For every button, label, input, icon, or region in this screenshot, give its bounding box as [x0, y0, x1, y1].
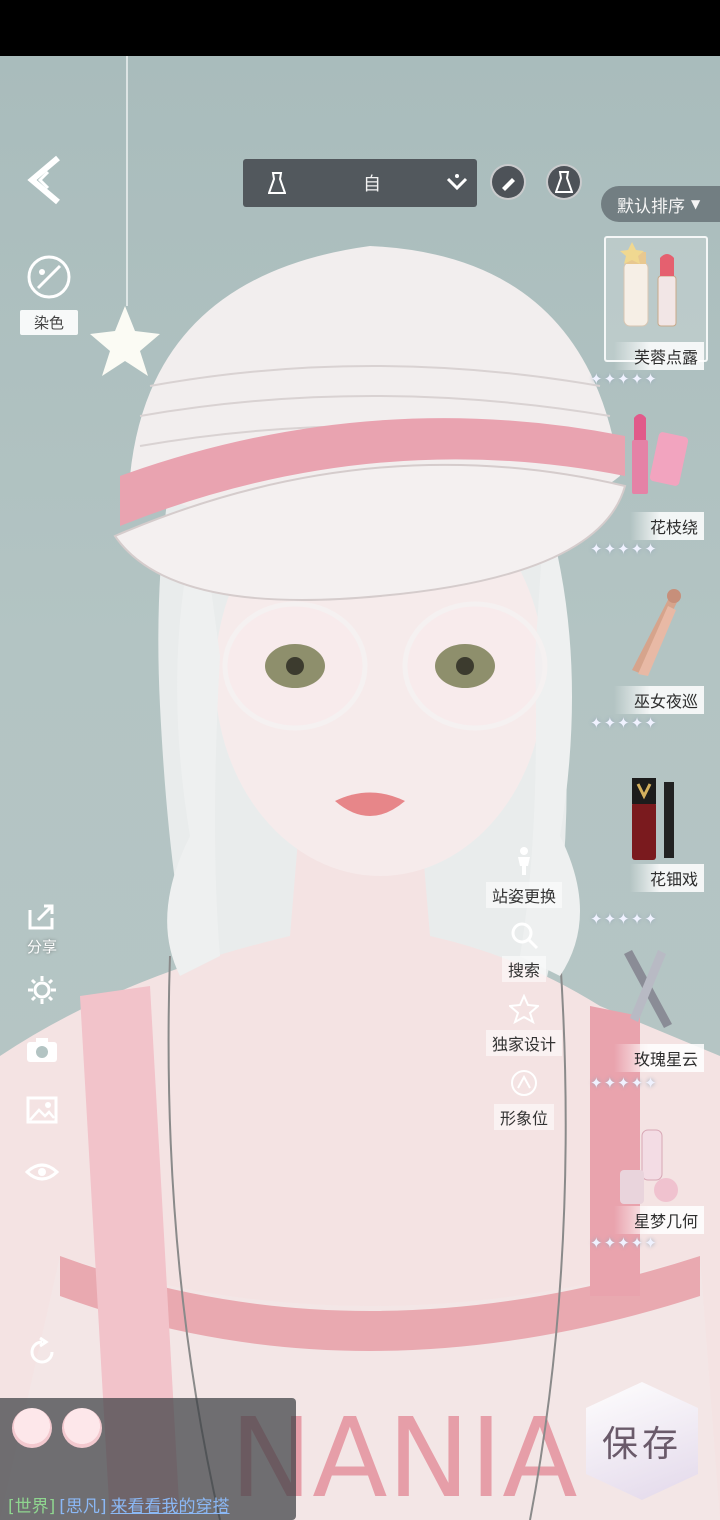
image-slot-button[interactable]: 形象位: [486, 1068, 562, 1130]
product-name: 巫女夜巡: [613, 686, 704, 714]
product-name: 花钿戏: [629, 864, 704, 892]
emoji-sticker-icon[interactable]: [12, 1408, 52, 1448]
image-slot-label: 形象位: [493, 1104, 554, 1130]
search-button[interactable]: 搜索: [486, 920, 562, 982]
settings-button[interactable]: [22, 974, 62, 1010]
pose-change-label: 站姿更换: [486, 882, 562, 908]
emoji-row: [12, 1408, 102, 1448]
emoji-sticker-icon[interactable]: [62, 1408, 102, 1448]
product-name: 玫瑰星云: [613, 1044, 704, 1072]
reset-button[interactable]: [22, 1336, 62, 1372]
product-thumbnail: [632, 589, 681, 676]
dress-icon: [257, 159, 297, 207]
dress-icon: [555, 171, 573, 193]
product-item[interactable]: 芙蓉点露 ✦✦✦✦✦: [590, 236, 720, 388]
eye-icon: [24, 1163, 60, 1181]
caret-down-icon: ▼: [691, 197, 701, 211]
search-label: 搜索: [501, 956, 546, 982]
product-name: 星梦几何: [613, 1206, 704, 1234]
exclusive-design-label: 独家设计: [486, 1030, 562, 1056]
dye-label: 染色: [19, 310, 78, 335]
save-label: 保存: [601, 1424, 682, 1465]
status-bar: [0, 0, 720, 56]
product-thumbnail: [624, 950, 672, 1028]
share-icon: [28, 904, 54, 930]
product-thumbnail: [632, 778, 674, 860]
chevron-down-icon: [437, 159, 477, 207]
product-thumbnail: [620, 1129, 678, 1204]
share-label: 分享: [26, 938, 57, 956]
outfit-button[interactable]: [546, 164, 582, 200]
brush-icon: [502, 178, 515, 191]
dye-button[interactable]: 染色: [14, 252, 84, 335]
product-item[interactable]: 巫女夜巡 ✦✦✦✦✦: [590, 586, 720, 732]
refresh-icon: [30, 1336, 54, 1364]
product-stars: ✦✦✦✦✦: [590, 1234, 658, 1252]
back-arrow-icon: [27, 155, 60, 205]
product-thumbnail: [632, 414, 689, 494]
sort-label: 默认排序: [617, 196, 685, 217]
search-icon: [511, 922, 539, 950]
gear-icon: [28, 976, 56, 1004]
product-stars: ✦✦✦✦✦: [590, 540, 658, 558]
hanger-icon: [511, 1070, 537, 1096]
chat-text[interactable]: 来看看我的穿搭: [111, 1497, 230, 1517]
product-stars: ✦✦✦✦✦: [590, 714, 658, 732]
product-item[interactable]: 花钿戏 ✦✦✦✦✦: [590, 772, 720, 928]
camera-button[interactable]: [22, 1036, 62, 1068]
product-name: 花枝绕: [629, 512, 704, 540]
product-stars: ✦✦✦✦✦: [590, 370, 658, 388]
camera-icon: [27, 1038, 57, 1062]
product-thumbnail: [620, 242, 677, 327]
chat-channel: [世界]: [8, 1497, 56, 1517]
product-stars: ✦✦✦✦✦: [590, 1074, 658, 1092]
product-item[interactable]: 花枝绕 ✦✦✦✦✦: [590, 410, 720, 558]
dressup-scene: NANIA 染色 自 默认排序 ▼ 分享 站姿更换 搜索 独家设计 形象位 芙蓉…: [0, 56, 720, 1520]
exclusive-design-button[interactable]: 独家设计: [486, 993, 562, 1056]
product-item[interactable]: 玫瑰星云 ✦✦✦✦✦: [590, 944, 720, 1092]
star-icon: [507, 993, 541, 1025]
chat-panel[interactable]: [世界] [思凡] 来看看我的穿搭: [0, 1398, 296, 1520]
category-selector-label: 自: [363, 174, 381, 195]
image-icon: [26, 1096, 58, 1124]
product-item[interactable]: 星梦几何 ✦✦✦✦✦: [590, 1120, 720, 1252]
pose-change-button[interactable]: 站姿更换: [486, 846, 562, 908]
view-button[interactable]: [22, 1160, 62, 1188]
brush-button[interactable]: [490, 164, 526, 200]
album-button[interactable]: [22, 1096, 62, 1128]
product-name: 芙蓉点露: [613, 342, 704, 370]
chat-message[interactable]: [世界] [思凡] 来看看我的穿搭: [8, 1492, 230, 1517]
back-button[interactable]: [22, 152, 70, 208]
share-button[interactable]: 分享: [22, 902, 62, 957]
palette-icon: [27, 255, 71, 299]
category-selector[interactable]: 自: [243, 159, 477, 207]
product-stars: ✦✦✦✦✦: [590, 910, 658, 928]
chat-username[interactable]: [思凡]: [59, 1497, 106, 1517]
sort-dropdown[interactable]: 默认排序 ▼: [601, 186, 720, 222]
figure-icon: [518, 847, 530, 875]
